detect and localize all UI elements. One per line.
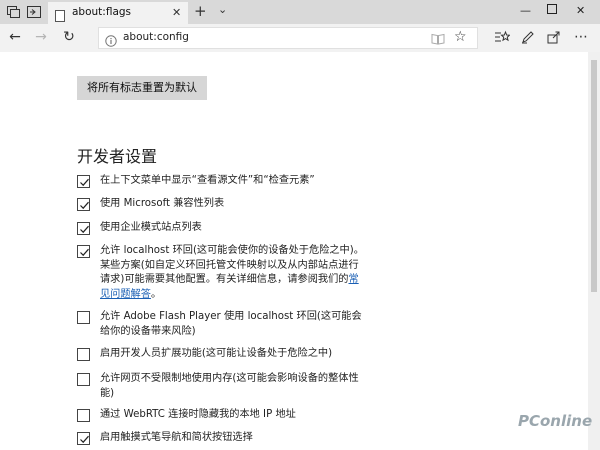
checkbox-dev-extensions[interactable] xyxy=(77,348,90,361)
option-label: 允许 localhost 环回(这可能会使你的设备处于危险之中)。某些方案(如自… xyxy=(100,244,368,302)
option-label: 允许网页不受限制地使用内存(这可能会影响设备的整体性能) xyxy=(100,373,359,399)
url-text[interactable]: about:config xyxy=(123,31,189,43)
checkbox-enterprise-mode[interactable] xyxy=(77,222,90,235)
pen-icon[interactable] xyxy=(519,28,537,46)
forward-arrow-icon[interactable]: → xyxy=(32,28,50,46)
reset-all-flags-button[interactable]: 将所有标志重置为默认 xyxy=(77,76,207,100)
back-arrow-icon[interactable]: ← xyxy=(6,28,24,46)
checkbox-flash-loopback[interactable] xyxy=(77,311,90,324)
checkbox-ms-compat-list[interactable] xyxy=(77,198,90,211)
option-label: 在上下文菜单中显示“查看源文件”和“检查元素” xyxy=(100,175,315,186)
share-icon[interactable] xyxy=(545,28,563,46)
more-icon[interactable]: ⋯ xyxy=(572,28,590,46)
tab-switcher-icon[interactable] xyxy=(6,4,22,20)
address-bar[interactable]: about:config ☆ xyxy=(98,27,478,49)
watermark-logo: PConline xyxy=(518,412,593,430)
page-icon xyxy=(54,7,66,22)
option-label: 允许 Adobe Flash Player 使用 localhost 环回(这可… xyxy=(100,311,362,337)
scrollbar-thumb[interactable] xyxy=(591,60,597,292)
star-icon[interactable]: ☆ xyxy=(454,29,467,45)
title-bar: about:flags ✕ + ⌄ — ✕ xyxy=(0,0,600,24)
checkbox-view-source[interactable] xyxy=(77,175,90,188)
option-label: 通过 WebRTC 连接时隐藏我的本地 IP 地址 xyxy=(100,409,296,420)
option-label-tail: 。 xyxy=(150,288,162,300)
option-label-text: 允许 localhost 环回(这可能会使你的设备处于危险之中)。某些方案(如自… xyxy=(100,245,364,286)
refresh-icon[interactable]: ↻ xyxy=(60,28,78,46)
option-label: 启用开发人员扩展功能(这可能让设备处于危险之中) xyxy=(100,348,333,359)
section-title: 开发者设置 xyxy=(77,147,158,166)
scrollbar[interactable] xyxy=(588,52,600,450)
checkbox-hide-local-ip[interactable] xyxy=(77,409,90,422)
tab-about-flags[interactable]: about:flags ✕ xyxy=(48,2,188,24)
navigation-bar: ← → ↻ about:config ☆ ⋯ xyxy=(0,24,600,52)
checkbox-unlimited-memory[interactable] xyxy=(77,373,90,386)
window-close-icon[interactable]: ✕ xyxy=(576,4,585,17)
tab-title: about:flags xyxy=(72,6,132,18)
plus-icon[interactable]: + xyxy=(194,3,207,20)
option-label: 启用触摸式笔导航和简状按钮选择 xyxy=(100,432,253,443)
option-label: 使用企业模式站点列表 xyxy=(100,222,202,233)
info-icon[interactable] xyxy=(105,32,117,47)
checkbox-localhost-loopback[interactable] xyxy=(77,245,90,258)
reading-view-icon[interactable] xyxy=(431,31,445,45)
option-label: 使用 Microsoft 兼容性列表 xyxy=(100,198,225,209)
favorites-icon[interactable] xyxy=(493,28,511,46)
minimize-icon[interactable]: — xyxy=(520,4,531,17)
checkbox-touch-pen-navigation[interactable] xyxy=(77,432,90,445)
set-aside-tabs-icon[interactable] xyxy=(26,4,42,20)
maximize-icon[interactable] xyxy=(547,4,557,17)
close-icon[interactable]: ✕ xyxy=(172,6,181,19)
chevron-down-icon[interactable]: ⌄ xyxy=(218,3,227,16)
